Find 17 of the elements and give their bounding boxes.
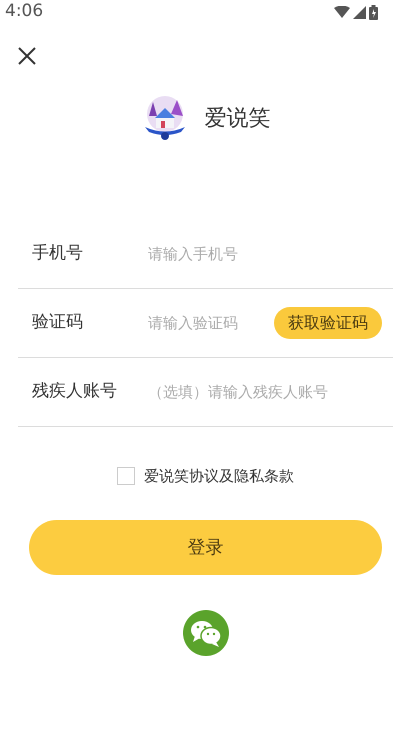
login-button[interactable]: 登录 [29, 520, 382, 574]
wechat-login-button[interactable] [182, 610, 228, 656]
signal-icon [353, 6, 366, 18]
field-label: 验证码 [32, 311, 84, 334]
wifi-icon [334, 6, 350, 18]
get-code-button[interactable]: 获取验证码 [274, 307, 382, 339]
app-name: 爱说笑 [204, 104, 270, 132]
close-button[interactable] [17, 46, 37, 66]
field-label: 残疾人账号 [32, 380, 118, 404]
status-time: 4:06 [5, 0, 44, 24]
field-label: 手机号 [32, 242, 84, 266]
input-field[interactable]: 请输入验证码 [148, 312, 274, 334]
input-field[interactable]: 请输入手机号 [148, 242, 382, 266]
battery-icon [369, 4, 378, 20]
agreement-link[interactable]: 爱说笑协议及隐私条款 [144, 465, 294, 488]
input-field[interactable]: （选填）请输入残疾人账号 [148, 380, 382, 404]
agreement-checkbox[interactable] [117, 467, 135, 486]
